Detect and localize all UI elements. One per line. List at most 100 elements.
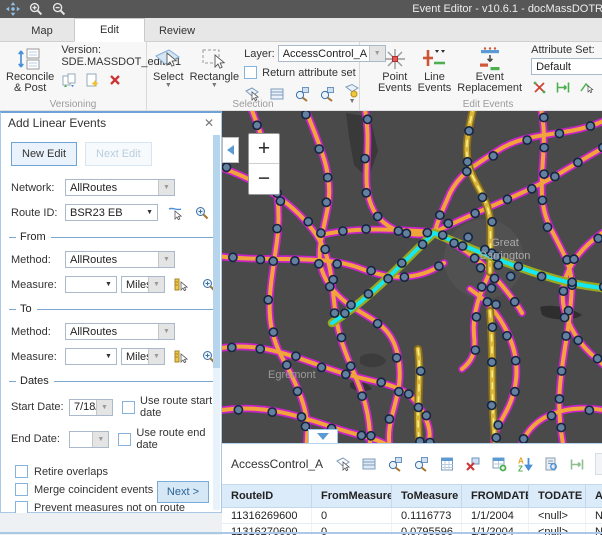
from-units-select[interactable]: Miles▼	[121, 276, 165, 293]
panel-scrollbar[interactable]	[213, 135, 220, 510]
start-date-combo[interactable]: 7/18/▼	[69, 399, 113, 416]
new-edit-button[interactable]: New Edit	[11, 142, 77, 166]
to-measure-label: Measure:	[11, 351, 65, 363]
retire-overlaps-checkbox[interactable]	[15, 465, 28, 478]
route-id-label: Route ID:	[11, 207, 65, 219]
split-event-icon[interactable]	[531, 79, 547, 95]
table-layer-select[interactable]: AccessControl_A	[231, 457, 323, 471]
table-range-icon[interactable]	[569, 456, 585, 472]
chevron-down-icon: ▼	[158, 324, 174, 339]
save-button[interactable]: Sa	[595, 453, 602, 475]
column-header[interactable]: RouteID	[222, 485, 312, 507]
collapse-table-button[interactable]	[308, 429, 338, 443]
use-route-start-checkbox[interactable]	[122, 401, 135, 414]
clear-table-selection-icon[interactable]	[465, 456, 481, 472]
return-attribute-set-checkbox[interactable]	[244, 66, 257, 79]
network-select[interactable]: AllRoutes▼	[65, 179, 175, 196]
use-route-end-label: Use route end date	[136, 427, 221, 451]
rectangle-button[interactable]: Rectangle ▼	[187, 44, 243, 97]
table-pan-selection-icon[interactable]	[413, 456, 429, 472]
next-button[interactable]: Next >	[157, 481, 209, 503]
select-button[interactable]: Select ▼	[150, 44, 187, 97]
zoom-to-route-icon[interactable]	[194, 205, 210, 221]
ribbon: Reconcile & Post Version: SDE.MASSDOT_ed…	[0, 42, 602, 111]
dates-section-separator: Dates	[9, 375, 213, 387]
from-method-label: Method:	[11, 254, 65, 266]
chevron-down-icon: ▼	[101, 349, 116, 364]
tab-map[interactable]: Map	[10, 20, 74, 41]
table-row[interactable]: 11316269600 0 0.1116773 1/1/2004 <null> …	[222, 508, 602, 524]
select-route-on-map-icon[interactable]	[167, 205, 183, 221]
to-measure-combo[interactable]: ▼	[65, 348, 117, 365]
line-events-button[interactable]: Line Events	[415, 44, 455, 97]
next-edit-button[interactable]: Next Edit	[85, 142, 152, 166]
from-method-select[interactable]: AllRoutes▼	[65, 251, 175, 268]
new-version-icon[interactable]	[84, 72, 100, 88]
end-date-label: End Date:	[11, 433, 69, 445]
chevron-left-icon	[227, 145, 234, 155]
chevron-down-icon: ▼	[96, 400, 112, 415]
window-border	[0, 532, 602, 534]
attribute-set-label: Attribute Set:	[531, 44, 602, 56]
close-icon[interactable]: ✕	[204, 116, 214, 130]
point-events-button[interactable]: Point Events	[375, 44, 415, 97]
clear-selection-icon	[344, 83, 360, 99]
network-label: Network:	[11, 182, 65, 194]
map-zoom-in-button[interactable]: +	[249, 134, 279, 164]
tab-edit[interactable]: Edit	[74, 18, 145, 42]
column-header[interactable]: FROMDATE	[462, 485, 529, 507]
add-linear-events-panel: Add Linear Events ✕ New Edit Next Edit N…	[0, 111, 222, 513]
tab-review[interactable]: Review	[145, 20, 209, 41]
chevron-down-icon: ▼	[142, 205, 157, 220]
collapse-panel-button[interactable]	[222, 137, 239, 163]
zoom-in-icon[interactable]	[29, 2, 43, 16]
merge-coincident-label: Merge coincident events	[34, 484, 153, 496]
ribbon-tab-bar: Map Edit Review	[0, 18, 602, 42]
label-great: Great	[491, 237, 519, 249]
chevron-down-icon: ▼	[158, 252, 174, 267]
from-measure-on-map-icon[interactable]	[173, 277, 189, 293]
column-header[interactable]: TODATE	[529, 485, 586, 507]
merge-coincident-checkbox[interactable]	[15, 483, 28, 496]
attribute-set-select[interactable]: Default ▼	[531, 58, 602, 75]
switch-version-icon[interactable]	[61, 72, 77, 88]
to-method-select[interactable]: AllRoutes▼	[65, 323, 175, 340]
chevron-down-icon: ▼	[148, 349, 164, 364]
to-measure-on-map-icon[interactable]	[173, 349, 189, 365]
chevron-down-icon	[317, 433, 329, 440]
add-record-icon[interactable]	[491, 456, 507, 472]
event-replacement-button[interactable]: Event Replacement	[454, 44, 525, 97]
identify-record-icon[interactable]	[543, 456, 559, 472]
table-select-features-icon[interactable]	[335, 456, 351, 472]
column-header[interactable]: ToMeasure	[392, 485, 462, 507]
start-date-label: Start Date:	[11, 401, 69, 413]
from-measure-combo[interactable]: ▼	[65, 276, 117, 293]
chevron-down-icon: ▼	[101, 277, 116, 292]
use-route-end-checkbox[interactable]	[118, 433, 131, 446]
from-measure-label: Measure:	[11, 279, 65, 291]
route-id-combo[interactable]: BSR23 EB▼	[65, 204, 158, 221]
map-zoom-out-button[interactable]: −	[249, 164, 279, 194]
event-range-icon[interactable]	[555, 79, 571, 95]
pan-icon[interactable]	[6, 2, 20, 16]
snap-vertex-icon[interactable]	[579, 79, 595, 95]
label-egremont: Egremont	[268, 369, 316, 381]
field-calculator-icon[interactable]	[439, 456, 455, 472]
zoom-out-icon[interactable]	[52, 2, 66, 16]
column-header[interactable]: AC	[586, 485, 602, 507]
table-show-selected-icon[interactable]	[361, 456, 377, 472]
to-method-label: Method:	[11, 326, 65, 338]
to-units-select[interactable]: Miles▼	[121, 348, 165, 365]
reconcile-post-button[interactable]: Reconcile & Post	[3, 44, 57, 97]
table-zoom-selection-icon[interactable]	[387, 456, 403, 472]
select-dropdown-caret: ▼	[165, 83, 172, 89]
title-bar: Event Editor - v10.6.1 - docMassDOTR	[0, 0, 602, 18]
chevron-down-icon: ▼	[158, 180, 174, 195]
use-route-start-label: Use route start date	[140, 395, 221, 419]
cell: 11316269600	[222, 508, 312, 523]
sort-az-icon[interactable]: A Z	[517, 456, 533, 472]
delete-version-icon[interactable]	[107, 72, 123, 88]
map-canvas[interactable]: Egremont Great Barrington + −	[222, 111, 602, 443]
end-date-combo[interactable]: ▼	[69, 431, 109, 448]
column-header[interactable]: FromMeasure	[312, 485, 392, 507]
